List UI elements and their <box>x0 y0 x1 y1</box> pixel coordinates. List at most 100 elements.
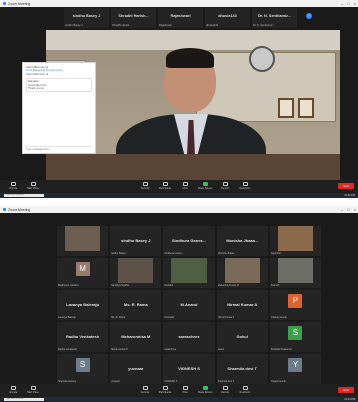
participant-name: Gokul <box>236 334 248 339</box>
participant-tile[interactable]: Sindhura Ganes... Sindhura Ganes... <box>163 226 215 256</box>
participant-thumbnail[interactable]: sindhu Basey J sindhu Basey J <box>64 8 109 28</box>
chat-button[interactable]: Chat <box>176 182 194 190</box>
participant-tile[interactable]: Jaya Rani <box>269 226 321 256</box>
record-button[interactable]: Record <box>216 182 234 190</box>
minimize-icon[interactable]: – <box>341 1 343 6</box>
meeting-toolbar: Unmute Start Video Security Participants… <box>0 180 358 193</box>
meeting-toolbar: Unmute Start Video Security Participants… <box>0 384 358 397</box>
next-page-arrow-icon[interactable]: › <box>306 13 312 19</box>
participant-thumbnail[interactable]: Dr. N. Senthamiz... Dr. N. Senthamiz... <box>252 8 297 28</box>
toolbar-label: Chat <box>182 187 188 190</box>
chat-icon <box>182 386 188 390</box>
participant-label: Dr. N. Senthamiz... <box>253 24 275 27</box>
award-plaque <box>249 46 275 72</box>
participant-tile[interactable]: VIGNESH S VIGNESH S <box>163 354 215 384</box>
camera-icon <box>30 386 36 390</box>
participant-label: Sharmila devi T <box>217 380 235 383</box>
mute-button[interactable]: Unmute <box>4 386 22 394</box>
participant-video <box>171 258 207 283</box>
participant-avatar: S <box>75 358 90 372</box>
window-controls[interactable]: – □ × <box>341 1 356 6</box>
participant-label: Monisha Jhaaa... <box>217 252 236 255</box>
participant-tile[interactable]: sindhu Basey J sindhu Basey J <box>110 226 162 256</box>
participant-tile[interactable] <box>57 226 109 256</box>
participant-tile[interactable]: Ms. R. Rama Ms. R. Rama <box>110 290 162 320</box>
participant-label: Ms. R. Rama <box>111 316 126 319</box>
maximize-icon[interactable]: □ <box>347 1 349 6</box>
zoom-gallery-view-screenshot: Zoom Meeting – □ × sindhu Basey Jsindhu … <box>0 206 358 402</box>
participant-tile[interactable]: M.Anand M.Anand <box>163 290 215 320</box>
participant-tile[interactable]: S Sharmila Sowmiy <box>57 354 109 384</box>
toolbar-label: Security <box>140 187 150 190</box>
participant-tile[interactable]: Gokul Gokul <box>216 322 268 352</box>
maximize-icon[interactable]: □ <box>347 207 349 212</box>
security-button[interactable]: Security <box>136 182 154 190</box>
participant-tile[interactable]: Meharunnisa M Meharunnisa M <box>110 322 162 352</box>
participant-tile[interactable]: Sharmila devi T Sharmila devi T <box>216 354 268 384</box>
chat-panel: Good afternoon sir From Basavaraj B to E… <box>22 62 96 154</box>
participant-name: Radha Venkatesh <box>66 334 100 339</box>
participant-thumbnail[interactable]: Shradhi Harish... Shradhi Harish... <box>111 8 156 28</box>
participant-label: Sandhya Nyatha... <box>111 284 131 287</box>
shield-icon <box>142 386 148 390</box>
reactions-button[interactable]: Reactions <box>236 182 254 190</box>
participant-tile[interactable]: Y Yogesh kumar <box>269 354 321 384</box>
close-icon[interactable]: × <box>354 207 356 212</box>
toolbar-label: Unmute <box>8 187 18 190</box>
participant-tile[interactable]: Ramesh <box>269 258 321 288</box>
participant-tile[interactable]: saraschree saraschree <box>163 322 215 352</box>
participant-label: Meharunnisa M <box>111 348 128 351</box>
close-icon[interactable]: × <box>354 1 356 6</box>
participant-label: Lavanya Baleraju <box>58 316 77 319</box>
participant-label: Rishabh <box>164 284 174 287</box>
participant-avatar: S <box>288 326 303 340</box>
participant-name: sindhu Basey J <box>121 238 151 243</box>
participant-tile[interactable]: Rishabh <box>163 258 215 288</box>
end-meeting-button[interactable]: End <box>338 183 354 189</box>
participant-tile[interactable]: Ppradeep kumar <box>269 290 321 320</box>
window-controls[interactable]: – □ × <box>341 207 356 212</box>
participant-thumbnail[interactable]: Rajashwari Rajashwari <box>158 8 203 28</box>
windows-taskbar: Type here to search 12:44 PM <box>0 397 358 402</box>
taskbar-search[interactable]: Type here to search <box>4 194 44 197</box>
participant-tile[interactable]: Sandhya Nyatha... <box>110 258 162 288</box>
chat-input[interactable]: Type message here... <box>26 146 92 151</box>
video-button[interactable]: Start Video <box>24 182 42 190</box>
participants-button[interactable]: Participants <box>156 386 174 394</box>
participant-label: Sharmila Sowmiy <box>58 380 77 383</box>
office-ceiling <box>46 30 340 50</box>
participant-tile[interactable]: Monisha Jhaaa... Monisha Jhaaa... <box>216 226 268 256</box>
participant-tile[interactable]: M Madhavan Lakshmi <box>57 258 109 288</box>
participant-tile[interactable]: Lavanya Baleraju Lavanya Baleraju <box>57 290 109 320</box>
chat-icon <box>182 182 188 186</box>
toolbar-label: Reactions <box>239 187 251 190</box>
participant-tile[interactable]: Nirmal Kumar A Nirmal Kumar A <box>216 290 268 320</box>
participant-tile[interactable]: Radha Venkatesh Radha Venkatesh <box>57 322 109 352</box>
photo-frame <box>298 98 314 118</box>
record-button[interactable]: Record <box>216 386 234 394</box>
participant-tile[interactable]: yuvnaar yuvnaar <box>110 354 162 384</box>
taskbar-search[interactable]: Type here to search <box>4 398 44 401</box>
video-button[interactable]: Start Video <box>24 386 42 394</box>
participant-thumbnail[interactable]: dhusia143 dhusia143 <box>205 8 250 28</box>
toolbar-label: Start Video <box>27 187 39 190</box>
end-meeting-button[interactable]: End <box>338 387 354 393</box>
participant-name: saraschree <box>178 334 200 339</box>
toolbar-label: Record <box>221 391 229 394</box>
participant-name: VIGNESH S <box>178 366 200 371</box>
share-screen-button[interactable]: Share Screen <box>196 386 214 394</box>
window-title: Zoom Meeting <box>8 207 31 212</box>
chat-button[interactable]: Chat <box>176 386 194 394</box>
share-screen-button[interactable]: Share Screen <box>196 182 214 190</box>
reactions-button[interactable]: Reactions <box>236 386 254 394</box>
participants-button[interactable]: Participants <box>156 182 174 190</box>
minimize-icon[interactable]: – <box>341 207 343 212</box>
participant-tile[interactable]: Mahendra Kumar M <box>216 258 268 288</box>
security-button[interactable]: Security <box>136 386 154 394</box>
taskbar-clock: 12:44 PM <box>344 398 355 401</box>
participant-name: Rajashwari <box>170 14 191 18</box>
toolbar-label: Unmute <box>8 391 18 394</box>
participant-tile[interactable]: S Sasikala Sivakumar <box>269 322 321 352</box>
participant-label: Sindhura Ganes... <box>164 252 184 255</box>
mute-button[interactable]: Unmute <box>4 182 22 190</box>
